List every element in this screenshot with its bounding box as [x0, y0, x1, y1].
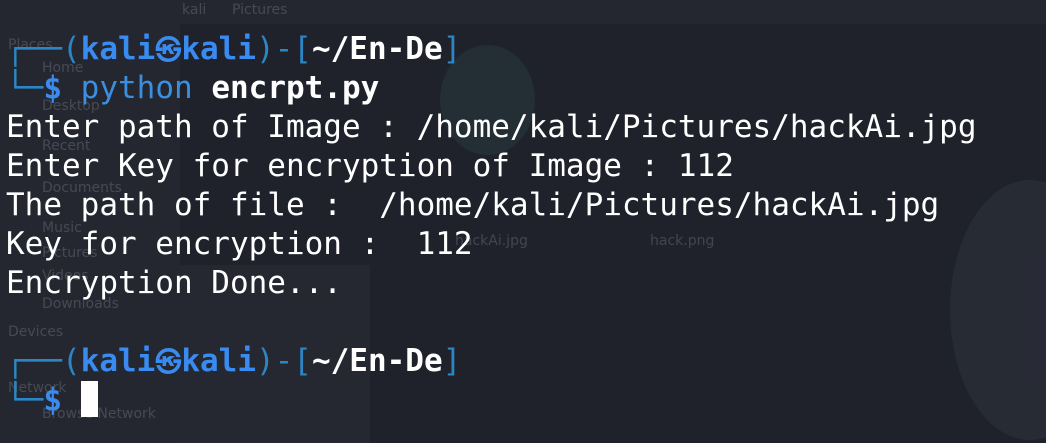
- output-line: Encryption Done...: [6, 265, 342, 301]
- prompt-cwd: ~/En-De: [311, 31, 443, 67]
- prompt-header-line: ┌──(kali㉿kali)-[~/En-De]: [6, 342, 461, 381]
- prompt-cwd: ~/En-De: [311, 343, 443, 379]
- active-input-line[interactable]: └─$: [6, 381, 98, 420]
- terminal-window[interactable]: kali Pictures Places Home Desktop Recent…: [0, 0, 1046, 443]
- prompt-close-paren: )-[: [255, 31, 312, 67]
- prompt-host: kali: [181, 343, 256, 379]
- sidebar-heading-devices: Devices: [8, 324, 64, 340]
- prompt-at-symbol: ㉿: [155, 36, 182, 66]
- breadcrumb-pictures: Pictures: [232, 2, 288, 18]
- prompt-host: kali: [181, 31, 256, 67]
- prompt-corner: └─: [6, 382, 44, 418]
- prompt-dollar: $: [43, 382, 62, 418]
- prompt-open-paren: ┌──(: [6, 343, 81, 379]
- output-line: The path of file : /home/kali/Pictures/h…: [6, 187, 940, 223]
- prompt-open-paren: ┌──(: [6, 31, 81, 67]
- prompt-user: kali: [80, 343, 156, 379]
- breadcrumb-kali: kali: [182, 2, 207, 18]
- prompt-at-symbol: ㉿: [155, 348, 182, 378]
- prompt-dollar: $: [43, 70, 62, 106]
- output-line: Enter path of Image : /home/kali/Picture…: [6, 109, 977, 145]
- prompt-corner: └─: [6, 70, 44, 106]
- output-line: Key for encryption : 112: [6, 226, 473, 262]
- command-line: └─$ python encrpt.py: [6, 69, 379, 108]
- prompt-header-line: ┌──(kali㉿kali)-[~/En-De]: [6, 30, 461, 69]
- text-cursor[interactable]: [80, 381, 98, 417]
- command-argument: encrpt.py: [211, 70, 380, 106]
- output-line: Enter Key for encryption of Image : 112: [6, 148, 734, 184]
- prompt-close-paren: )-[: [255, 343, 312, 379]
- command-program: python: [80, 70, 193, 106]
- prompt-close-bracket: ]: [442, 31, 462, 67]
- file-hack-png: hack.png: [650, 233, 715, 249]
- prompt-close-bracket: ]: [442, 343, 462, 379]
- prompt-user: kali: [80, 31, 156, 67]
